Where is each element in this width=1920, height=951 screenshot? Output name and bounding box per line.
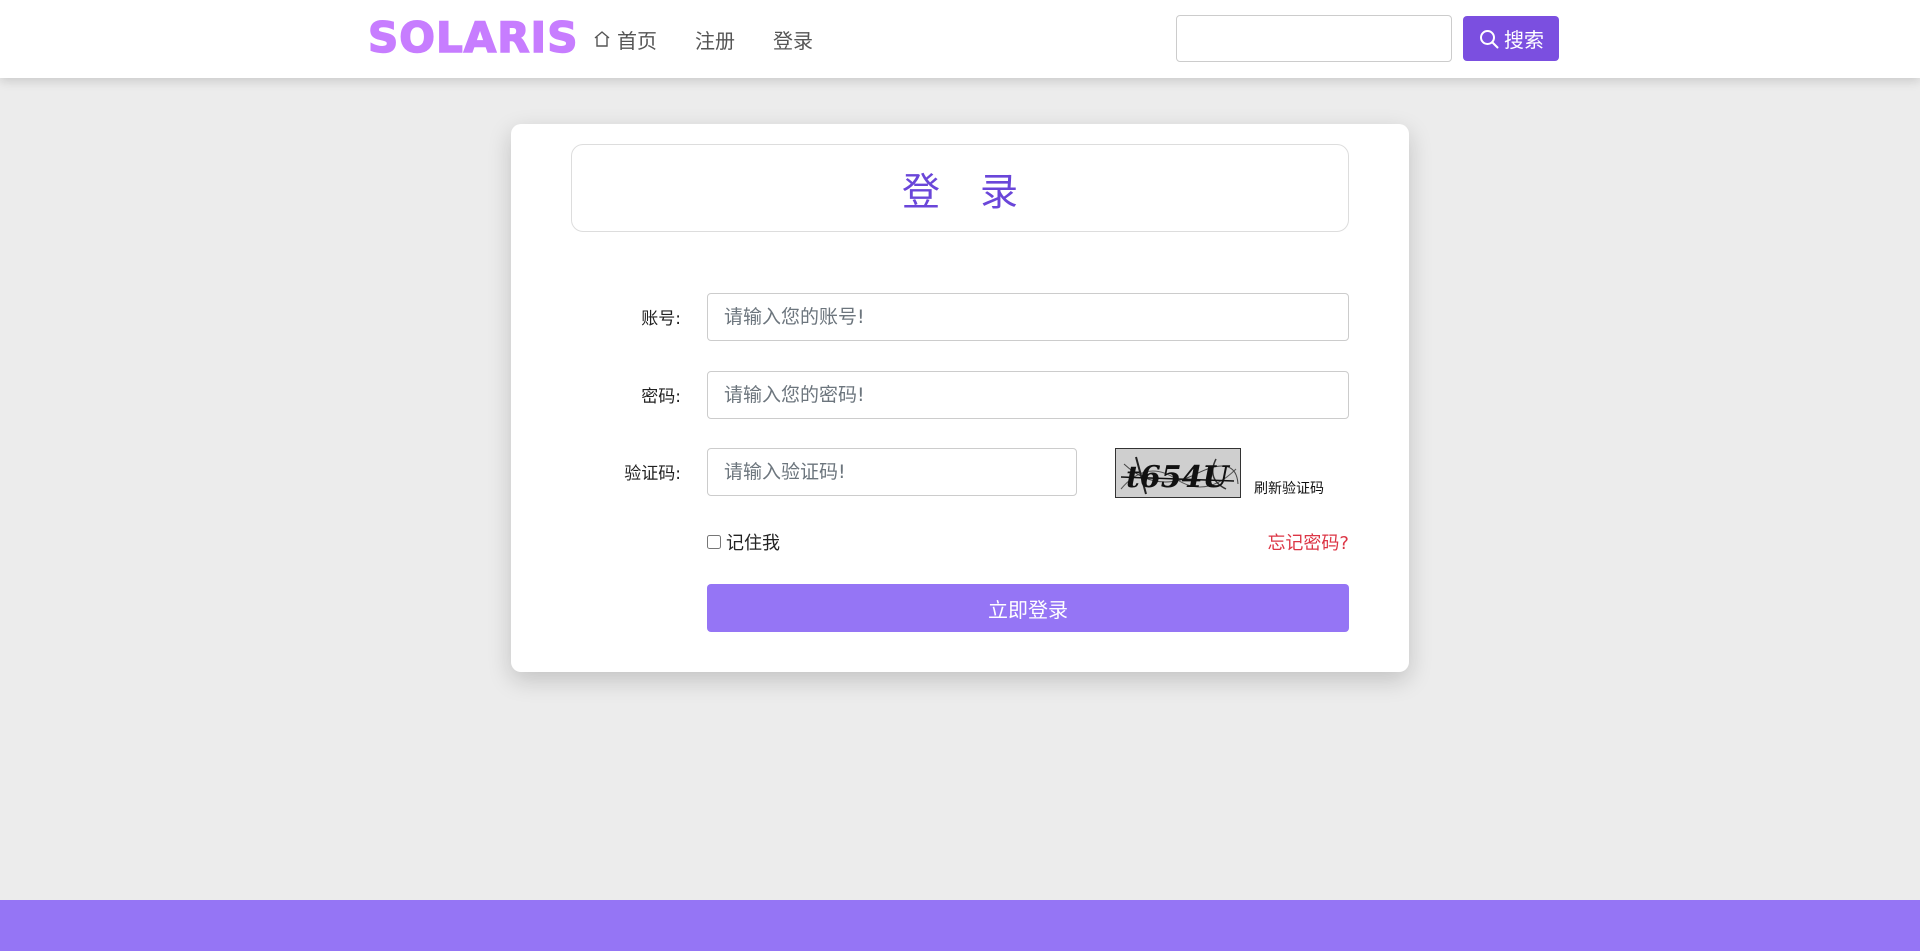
login-title: 登 录 [901, 169, 1033, 214]
password-input[interactable] [707, 371, 1349, 419]
main-nav: 首页 注册 登录 [592, 24, 851, 54]
nav-login[interactable]: 登录 [773, 24, 813, 54]
captcha-image[interactable]: t654U [1115, 448, 1241, 498]
footer-bar [0, 900, 1920, 951]
captcha-graphic: t654U [1116, 449, 1240, 497]
password-label: 密码: [641, 387, 681, 407]
captcha-label: 验证码: [624, 464, 681, 484]
login-title-box: 登 录 [571, 144, 1349, 232]
nav-login-label: 登录 [773, 28, 813, 53]
nav-register[interactable]: 注册 [695, 24, 735, 54]
search-input[interactable] [1176, 15, 1452, 62]
search-button[interactable]: 搜索 [1463, 16, 1559, 61]
login-card: 登 录 账号: 密码: 验证码: t654U 刷新验证码 记住我 忘记密码? 立… [511, 124, 1409, 672]
captcha-input[interactable] [707, 448, 1077, 496]
nav-register-label: 注册 [695, 28, 735, 53]
login-submit-button[interactable]: 立即登录 [707, 584, 1349, 632]
site-logo[interactable]: SOLARIS [367, 13, 578, 63]
refresh-captcha-link[interactable]: 刷新验证码 [1254, 478, 1324, 498]
nav-home[interactable]: 首页 [592, 24, 657, 54]
remember-me-checkbox[interactable] [707, 535, 721, 549]
remember-me[interactable]: 记住我 [707, 529, 780, 555]
account-input[interactable] [707, 293, 1349, 341]
search-icon [1480, 29, 1499, 48]
top-navbar: SOLARIS 首页 注册 登录 搜索 [0, 0, 1920, 78]
home-icon [594, 31, 610, 47]
nav-home-label: 首页 [617, 28, 657, 53]
search-button-label: 搜索 [1504, 30, 1544, 52]
remember-me-label: 记住我 [726, 533, 780, 554]
account-label: 账号: [641, 309, 681, 329]
forgot-password-link[interactable]: 忘记密码? [1267, 529, 1349, 555]
